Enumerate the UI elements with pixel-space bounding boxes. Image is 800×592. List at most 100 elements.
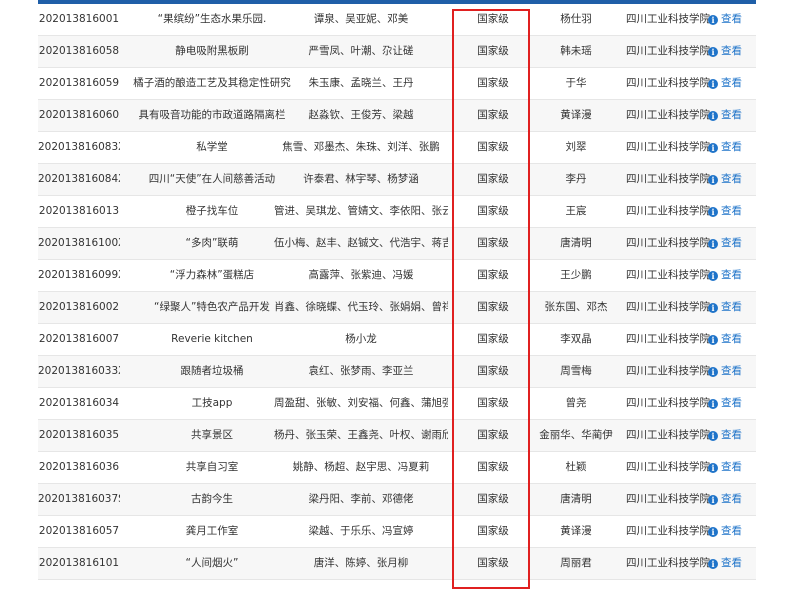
view-link[interactable]: i 查看: [706, 452, 758, 483]
view-link-wrap[interactable]: i 查看: [708, 388, 742, 419]
info-icon[interactable]: i: [708, 271, 718, 281]
view-link-label[interactable]: 查看: [721, 333, 742, 345]
project-level: 国家级: [477, 77, 509, 89]
view-link-label[interactable]: 查看: [721, 237, 742, 249]
table-row: 202013816037S 古韵今生 梁丹阳、李前、邓德佬 国家级 唐清明 四川…: [38, 484, 756, 516]
info-icon[interactable]: i: [708, 335, 718, 345]
view-link[interactable]: i 查看: [706, 516, 758, 547]
view-link[interactable]: i 查看: [706, 228, 758, 259]
info-icon[interactable]: i: [708, 79, 718, 89]
project-school: 四川工业科技学院: [626, 269, 710, 281]
project-school: 四川工业科技学院: [626, 429, 710, 441]
view-link[interactable]: i 查看: [706, 4, 758, 35]
project-members: 袁红、张梦雨、李亚兰: [308, 365, 414, 377]
view-link-wrap[interactable]: i 查看: [708, 132, 742, 163]
table-row: 202013816084X 四川“天使”在人间慈善活动 许泰君、林宇琴、杨梦涵 …: [38, 164, 756, 196]
info-icon[interactable]: i: [708, 527, 718, 537]
info-icon[interactable]: i: [708, 47, 718, 57]
info-icon[interactable]: i: [708, 463, 718, 473]
info-icon[interactable]: i: [708, 175, 718, 185]
table-row: 202013816101 “人间烟火” 唐洋、陈婷、张月柳 国家级 周丽君 四川…: [38, 548, 756, 580]
view-link[interactable]: i 查看: [706, 36, 758, 67]
view-link-label[interactable]: 查看: [721, 77, 742, 89]
view-link[interactable]: i 查看: [706, 324, 758, 355]
info-icon[interactable]: i: [708, 239, 718, 249]
info-icon[interactable]: i: [708, 399, 718, 409]
view-link-wrap[interactable]: i 查看: [708, 452, 742, 483]
view-link-wrap[interactable]: i 查看: [708, 164, 742, 195]
view-link-label[interactable]: 查看: [721, 397, 742, 409]
view-link-label[interactable]: 查看: [721, 461, 742, 473]
view-link-wrap[interactable]: i 查看: [708, 100, 742, 131]
view-link[interactable]: i 查看: [706, 132, 758, 163]
view-link[interactable]: i 查看: [706, 260, 758, 291]
project-members: 杨小龙: [345, 333, 377, 345]
table-row: 202013816057 龚月工作室 梁越、于乐乐、冯宣婷 国家级 黄译漫 四川…: [38, 516, 756, 548]
info-icon[interactable]: i: [708, 15, 718, 25]
project-advisor: 王宸: [565, 205, 587, 217]
view-link-wrap[interactable]: i 查看: [708, 68, 742, 99]
view-link-label[interactable]: 查看: [721, 429, 742, 441]
view-link-label[interactable]: 查看: [721, 13, 742, 25]
view-link-label[interactable]: 查看: [721, 205, 742, 217]
view-link[interactable]: i 查看: [706, 356, 758, 387]
view-link-wrap[interactable]: i 查看: [708, 516, 742, 547]
view-link-wrap[interactable]: i 查看: [708, 196, 742, 227]
view-link[interactable]: i 查看: [706, 100, 758, 131]
view-link-label[interactable]: 查看: [721, 269, 742, 281]
info-icon[interactable]: i: [708, 367, 718, 377]
info-icon[interactable]: i: [708, 431, 718, 441]
view-link-wrap[interactable]: i 查看: [708, 36, 742, 67]
view-link-wrap[interactable]: i 查看: [708, 420, 742, 451]
info-icon[interactable]: i: [708, 303, 718, 313]
project-level: 国家级: [477, 237, 509, 249]
view-link-label[interactable]: 查看: [721, 365, 742, 377]
view-link-wrap[interactable]: i 查看: [708, 228, 742, 259]
view-link-label[interactable]: 查看: [721, 45, 742, 57]
project-school: 四川工业科技学院: [626, 13, 710, 25]
view-link[interactable]: i 查看: [706, 164, 758, 195]
view-link-label[interactable]: 查看: [721, 173, 742, 185]
view-link-wrap[interactable]: i 查看: [708, 548, 742, 579]
table-row: 202013816083X 私学堂 焦雪、邓墨杰、朱珠、刘洋、张鹏 国家级 刘翠…: [38, 132, 756, 164]
view-link-wrap[interactable]: i 查看: [708, 356, 742, 387]
project-level: 国家级: [477, 429, 509, 441]
view-link-wrap[interactable]: i 查看: [708, 260, 742, 291]
view-link-wrap[interactable]: i 查看: [708, 4, 742, 35]
view-link-label[interactable]: 查看: [721, 141, 742, 153]
info-icon[interactable]: i: [708, 207, 718, 217]
view-link-label[interactable]: 查看: [721, 109, 742, 121]
project-advisor: 周雪梅: [560, 365, 592, 377]
view-link[interactable]: i 查看: [706, 196, 758, 227]
view-link[interactable]: i 查看: [706, 548, 758, 579]
project-code: 202013816037S: [38, 493, 120, 505]
table-row: 202013816099X “浮力森林”蛋糕店 高露萍、张紫迪、冯媛 国家级 王…: [38, 260, 756, 292]
view-link[interactable]: i 查看: [706, 68, 758, 99]
project-members: 许泰君、林宇琴、杨梦涵: [303, 173, 419, 185]
info-icon[interactable]: i: [708, 111, 718, 121]
project-members: 姚静、杨超、赵宇思、冯夏莉: [292, 461, 430, 473]
project-members: 谭泉、吴亚妮、邓美: [313, 13, 409, 25]
view-link-label[interactable]: 查看: [721, 493, 742, 505]
info-icon[interactable]: i: [708, 495, 718, 505]
project-level: 国家级: [477, 301, 509, 313]
project-code: 202013816001: [38, 13, 120, 25]
project-advisor: 杨仕羽: [560, 13, 592, 25]
project-code: 202013816100X: [38, 237, 120, 249]
view-link[interactable]: i 查看: [706, 292, 758, 323]
project-members: 严雪凤、叶潮、尕让磋: [308, 45, 414, 57]
view-link[interactable]: i 查看: [706, 388, 758, 419]
view-link-wrap[interactable]: i 查看: [708, 292, 742, 323]
view-link[interactable]: i 查看: [706, 420, 758, 451]
view-link-label[interactable]: 查看: [721, 525, 742, 537]
view-link-wrap[interactable]: i 查看: [708, 324, 742, 355]
view-link-wrap[interactable]: i 查看: [708, 484, 742, 515]
view-link-label[interactable]: 查看: [721, 557, 742, 569]
view-link-label[interactable]: 查看: [721, 301, 742, 313]
project-level: 国家级: [477, 557, 509, 569]
project-level: 国家级: [477, 45, 509, 57]
info-icon[interactable]: i: [708, 143, 718, 153]
table-row: 202013816013 橙子找车位 管进、吴琪龙、管婧文、李依阳、张云萌 国家…: [38, 196, 756, 228]
info-icon[interactable]: i: [708, 559, 718, 569]
view-link[interactable]: i 查看: [706, 484, 758, 515]
